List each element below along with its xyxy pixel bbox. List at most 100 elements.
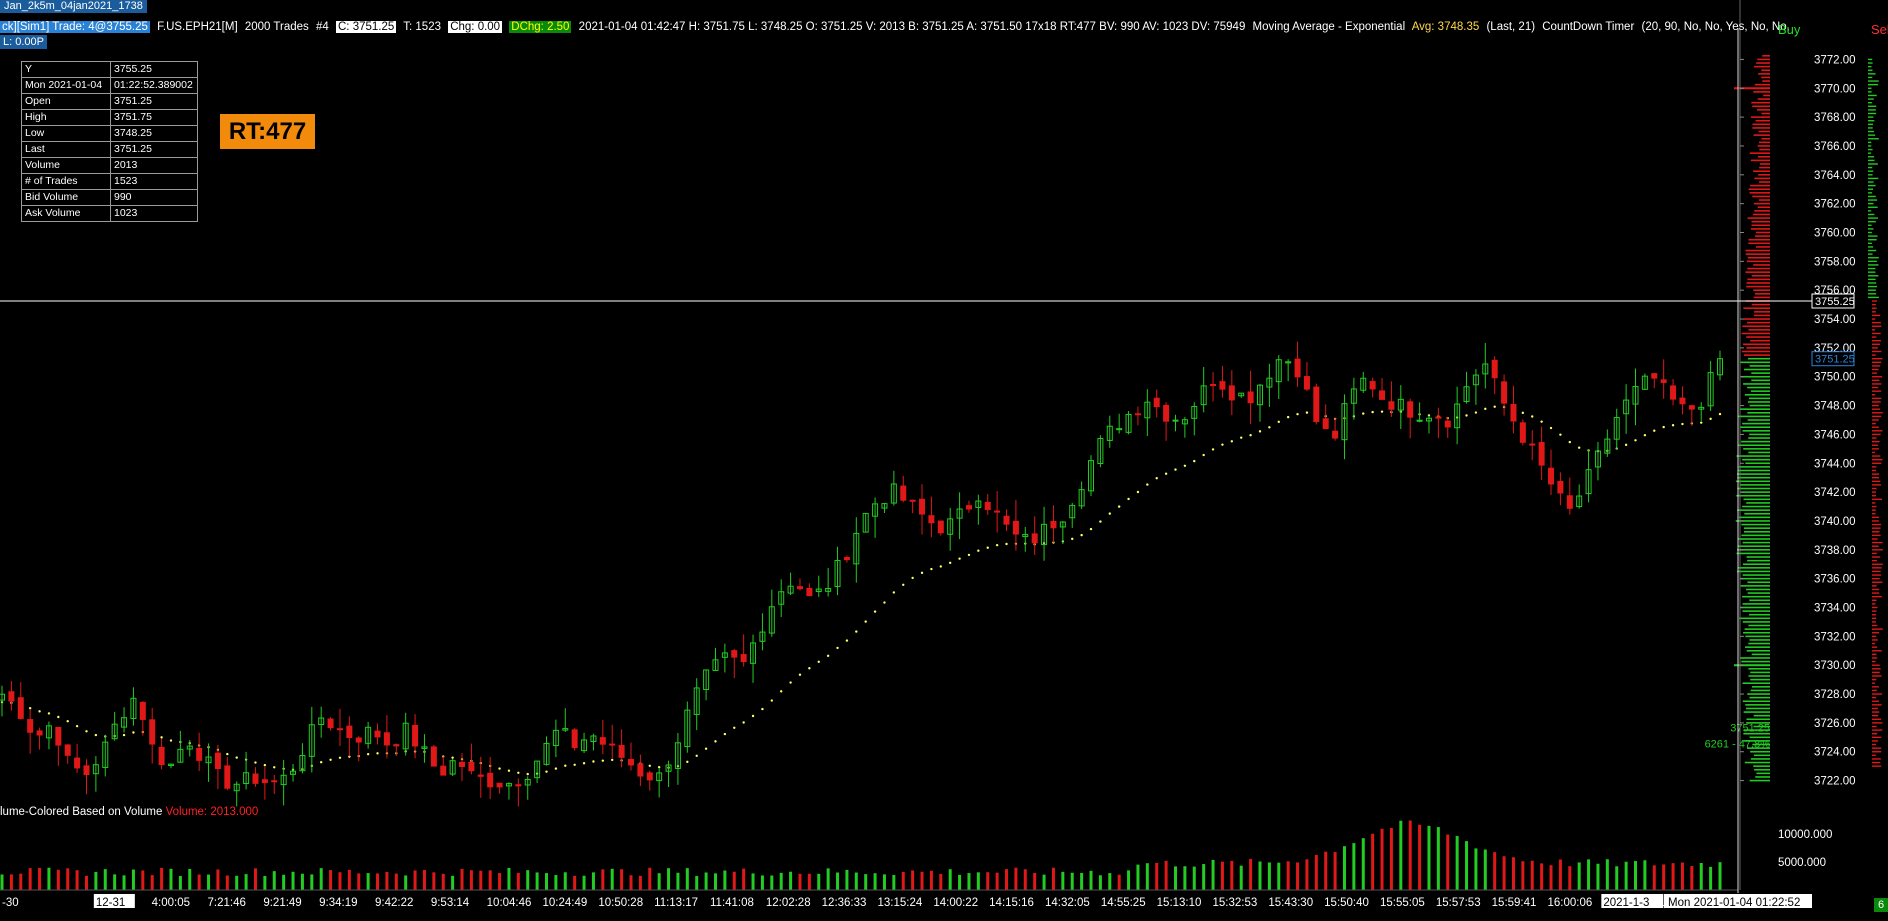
dom-level — [1872, 422, 1876, 425]
volume-bar — [770, 875, 774, 890]
profile-bar — [1753, 170, 1770, 173]
ema-point — [1277, 420, 1280, 424]
corner-indicator[interactable]: 6 — [1874, 898, 1888, 912]
dom-level — [1872, 538, 1878, 540]
dom-level — [1868, 246, 1874, 248]
profile-bar — [1754, 292, 1770, 295]
volume-bar — [160, 867, 164, 890]
close-value: C: 3751.25 — [336, 21, 397, 33]
candle-body — [214, 752, 221, 770]
ema-point — [226, 752, 229, 756]
x-tick-label: 14:15:16 — [989, 897, 1034, 909]
volume-bar — [1530, 860, 1534, 890]
volume-bar — [1014, 867, 1018, 890]
profile-bar — [1759, 166, 1770, 169]
profile-bar — [1747, 217, 1770, 219]
profile-bar — [1749, 192, 1770, 194]
dom-level — [1868, 87, 1872, 89]
ema-point — [132, 731, 135, 734]
ema-point — [611, 758, 614, 762]
dom-level — [1872, 754, 1876, 757]
dom-level — [1872, 484, 1882, 486]
dom-level — [1872, 668, 1881, 670]
profile-bar — [1741, 350, 1770, 353]
dom-level — [1872, 311, 1876, 313]
volume-bar — [1436, 827, 1440, 890]
ema-point — [1240, 436, 1243, 439]
dom-level — [1872, 498, 1883, 501]
dom-level — [1868, 231, 1872, 234]
profile-bar — [1747, 592, 1770, 594]
dom-level — [1872, 307, 1877, 309]
profile-bar — [1743, 307, 1770, 310]
dom-level — [1872, 487, 1877, 490]
dom-level — [1872, 350, 1882, 353]
dom-level — [1872, 639, 1878, 641]
profile-bar — [1749, 639, 1770, 641]
profile-bar — [1745, 646, 1770, 648]
profile-bar — [1746, 285, 1770, 288]
dom-level — [1872, 480, 1881, 482]
candle-body — [487, 772, 494, 788]
volume-bar — [235, 875, 239, 890]
ema-point — [1249, 434, 1252, 437]
study-avg: Avg: 3748.35 — [1411, 21, 1480, 33]
profile-bar — [1748, 451, 1770, 454]
dom-level — [1872, 678, 1877, 681]
profile-bar — [1750, 116, 1770, 118]
dom-level — [1868, 293, 1877, 295]
ema-point — [883, 601, 886, 604]
x-tick-label: 15:13:10 — [1157, 897, 1202, 909]
ema-point — [329, 758, 332, 761]
dom-level — [1872, 448, 1879, 450]
x-tick-label: 14:00:22 — [933, 897, 978, 909]
dom-level — [1872, 339, 1881, 342]
dom-level — [1872, 635, 1877, 638]
volume-bar — [1249, 858, 1253, 890]
ema-point — [808, 667, 811, 670]
profile-bar — [1761, 112, 1770, 115]
x-tick-label: 14:55:25 — [1101, 897, 1146, 909]
dom-level — [1872, 376, 1883, 378]
candle-body — [1003, 515, 1010, 525]
profile-bar — [1758, 73, 1770, 75]
profile-bar — [1740, 426, 1770, 429]
volume-bar — [1155, 862, 1159, 890]
ema-point — [977, 549, 980, 552]
ema-point — [507, 769, 511, 772]
profile-bar — [1748, 667, 1770, 670]
volume-bar — [742, 868, 746, 890]
x-tick-label: 15:50:40 — [1324, 897, 1369, 909]
dom-level — [1872, 657, 1878, 659]
profile-bar — [1738, 469, 1770, 472]
volume-bar — [131, 869, 135, 890]
volume-bar — [582, 875, 586, 890]
profile-bar — [1741, 534, 1770, 537]
volume-bar — [1305, 859, 1309, 890]
dom-sell-header[interactable]: Sell — [1871, 22, 1888, 37]
dom-level — [1872, 765, 1882, 767]
ema-point — [930, 567, 933, 571]
dom-level — [1872, 469, 1877, 472]
profile-bar — [1743, 318, 1770, 320]
dom-level — [1868, 253, 1873, 255]
dom-level — [1872, 740, 1879, 742]
ema-point — [319, 761, 323, 764]
ema-point — [38, 710, 41, 713]
volume-bar — [817, 873, 821, 890]
volume-bar — [948, 869, 952, 890]
profile-bar — [1742, 700, 1770, 703]
dom-level — [1872, 592, 1880, 594]
volume-bar — [1652, 865, 1656, 890]
profile-bar — [1752, 195, 1770, 198]
ema-point — [1662, 425, 1665, 429]
ema-point — [498, 767, 501, 770]
dom-level — [1872, 570, 1881, 573]
profile-price-label: 3751.25 — [1730, 723, 1770, 735]
volume-bar — [1098, 875, 1102, 890]
ema-point — [761, 707, 764, 711]
dom-buy-header[interactable]: Buy — [1778, 22, 1800, 37]
dom-level — [1868, 192, 1873, 194]
y-tick-label: 3772.00 — [1814, 54, 1856, 66]
profile-bar — [1738, 516, 1770, 519]
